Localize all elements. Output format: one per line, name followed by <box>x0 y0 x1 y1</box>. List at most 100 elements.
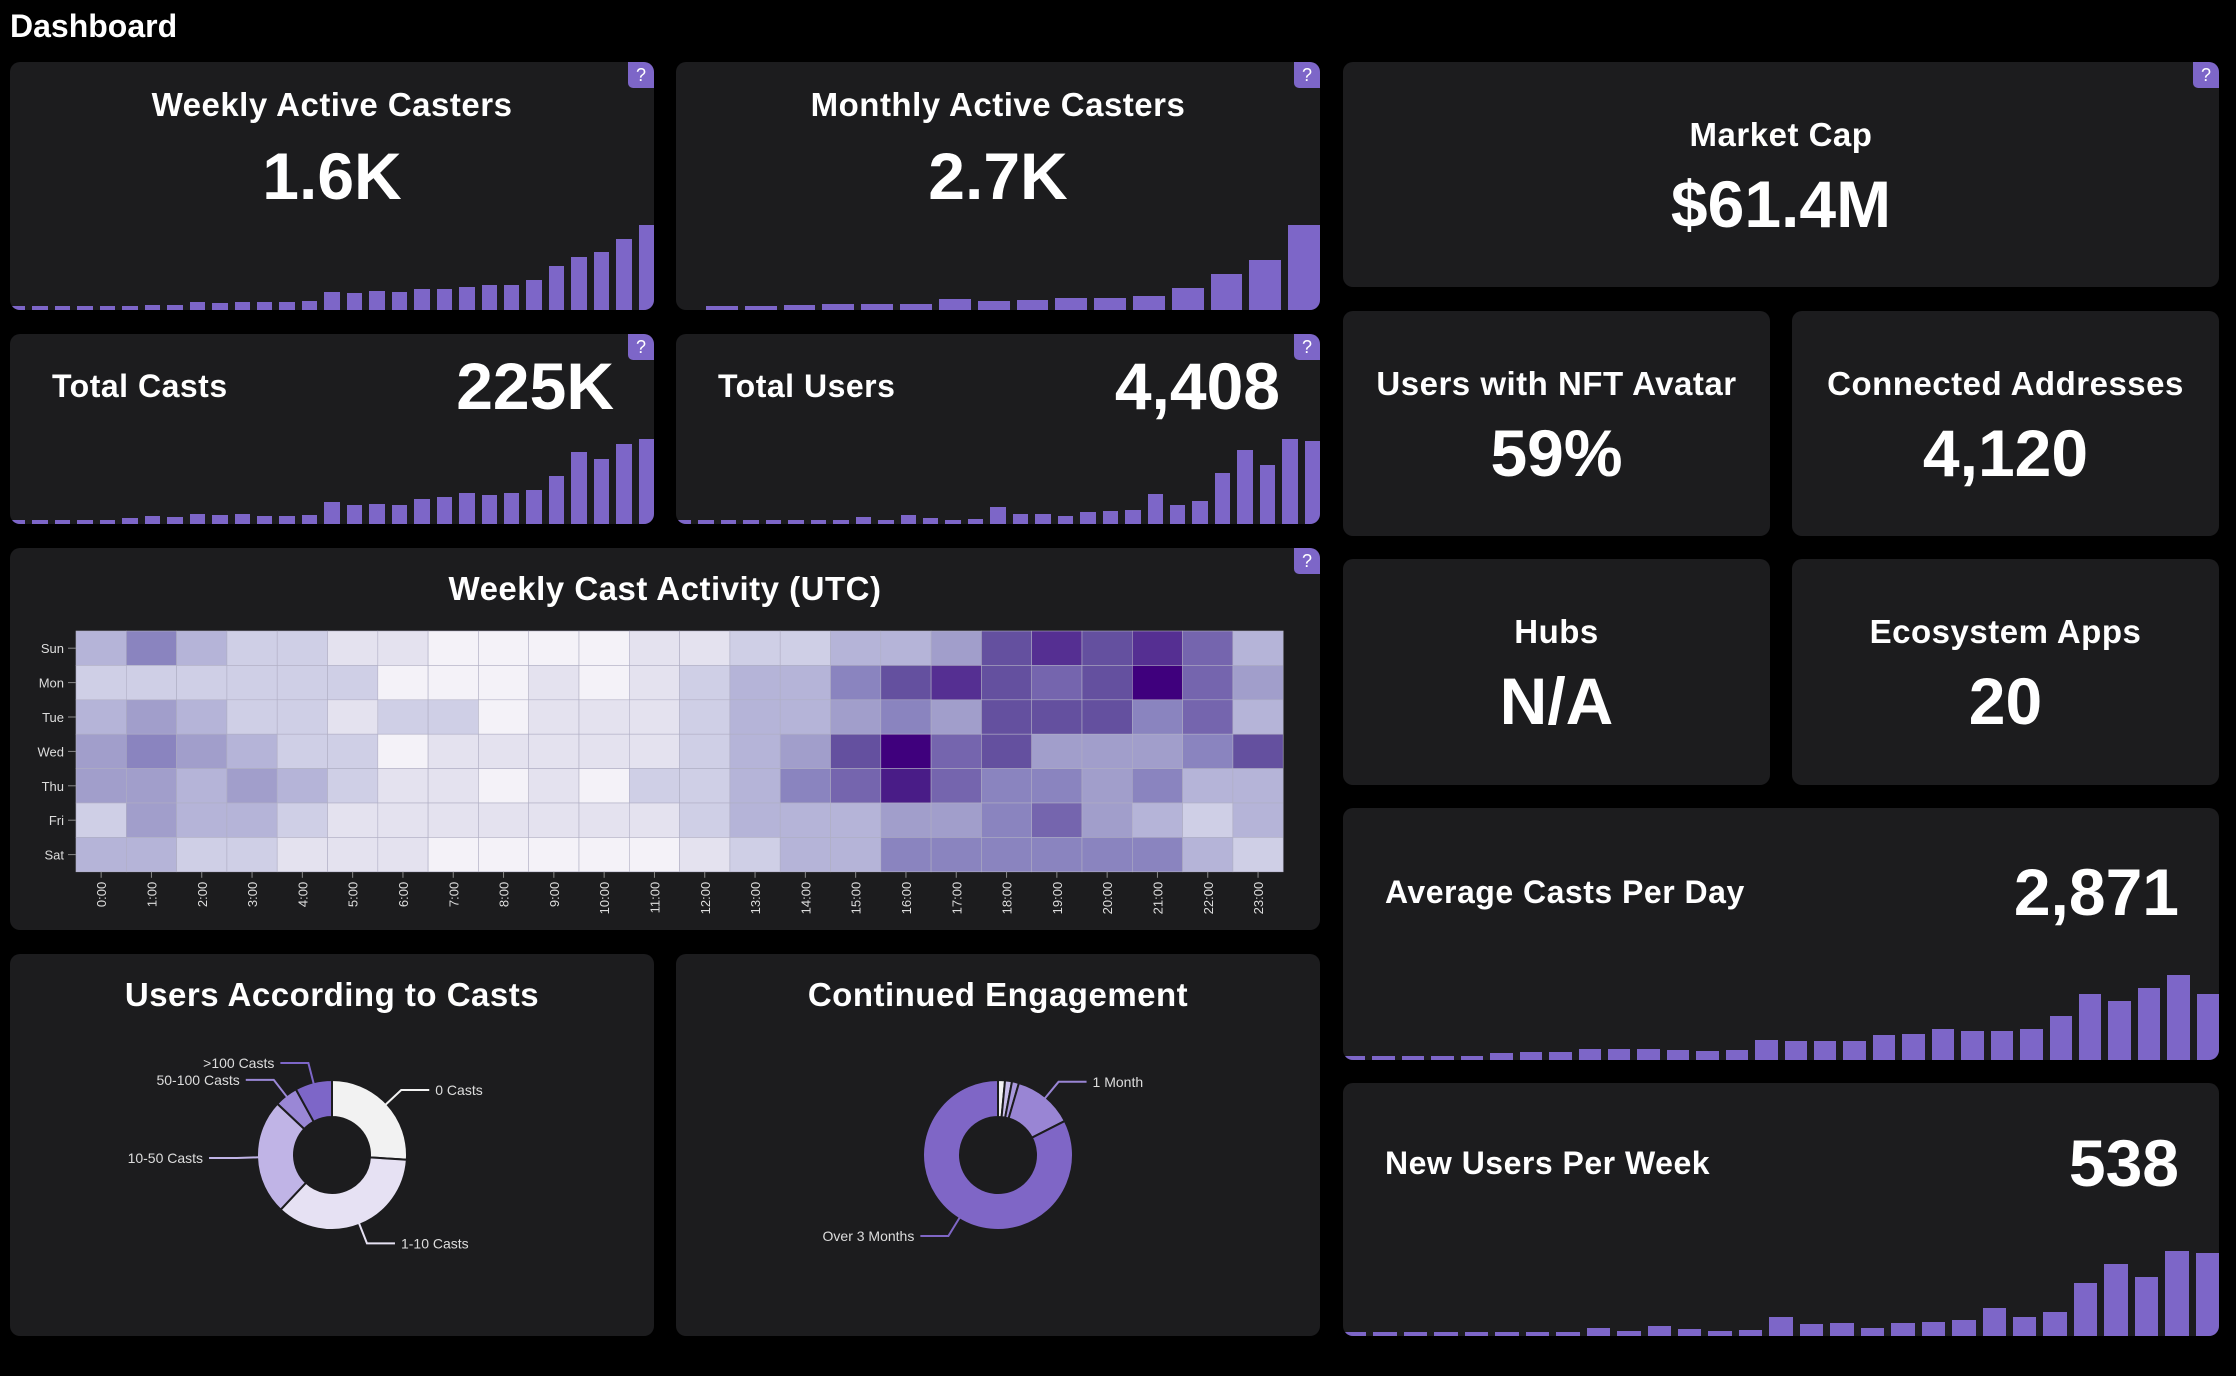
card-title: Ecosystem Apps <box>1869 613 2142 650</box>
card-value: 20 <box>1968 664 2043 738</box>
help-button[interactable]: ? <box>1294 62 1320 88</box>
heatmap-cell <box>327 699 379 735</box>
sparkline-bar <box>900 514 916 524</box>
heatmap-cell <box>1031 802 1083 838</box>
help-button[interactable]: ? <box>628 334 654 360</box>
heatmap-cell <box>729 665 781 701</box>
heatmap-cell <box>830 665 882 701</box>
sparkline-bar <box>54 306 71 310</box>
sparkline-bar <box>977 300 1010 310</box>
sparkline-bar <box>743 520 759 524</box>
heatmap-cell <box>578 802 630 838</box>
heatmap-cell <box>327 802 379 838</box>
sparkline-bar <box>638 439 654 524</box>
sparkline-bar <box>1282 439 1298 524</box>
heatmap-cell <box>830 733 882 769</box>
sparkline-bar <box>122 518 138 524</box>
heatmap-cell <box>578 665 630 701</box>
sparkline-bar <box>1647 1325 1671 1336</box>
sparkline-bar <box>346 505 363 524</box>
sparkline-bar <box>706 306 738 310</box>
sparkline-bar <box>1931 1029 1955 1060</box>
sparkline-bar <box>822 304 855 310</box>
help-button[interactable]: ? <box>2193 62 2219 88</box>
heatmap-cell <box>1081 837 1133 873</box>
heatmap-cell <box>276 837 328 873</box>
sparkline-bar <box>1872 1035 1896 1060</box>
sparkline-bar <box>189 302 206 310</box>
y-tick-label: Thu <box>42 779 64 794</box>
card-value: 2,871 <box>2013 855 2179 929</box>
card-value: N/A <box>1499 664 1614 738</box>
sparkline-bar <box>2165 1251 2189 1336</box>
slice-label: 1 Month <box>1093 1074 1144 1090</box>
heatmap-cell <box>679 733 731 769</box>
donut-chart: 1 Month Over 3 Months <box>823 1074 1144 1244</box>
heatmap-cell <box>528 768 580 804</box>
sparkline-bar <box>945 520 961 524</box>
heatmap-cell <box>528 665 580 701</box>
sparkline-bar <box>1755 1040 1778 1060</box>
sparkline-bar <box>1769 1317 1793 1336</box>
x-tick-label: 21:00 <box>1150 882 1165 915</box>
heatmap-cell <box>276 630 328 666</box>
sparkline-bar <box>1372 1056 1395 1060</box>
sparkline-bar <box>391 505 408 524</box>
heatmap-cell <box>276 802 328 838</box>
sparkline-bar <box>1637 1048 1660 1060</box>
help-button[interactable]: ? <box>1294 334 1320 360</box>
heatmap-cell <box>1232 837 1284 873</box>
sparkline-bar <box>1210 274 1243 310</box>
heatmap-cell <box>126 768 177 804</box>
sparkline-bar <box>855 517 872 524</box>
heatmap-cell <box>1081 665 1133 701</box>
heatmap-cell <box>628 665 680 701</box>
heatmap-cell <box>126 630 177 666</box>
sparkline-bar <box>1490 1053 1513 1060</box>
help-button[interactable]: ? <box>628 62 654 88</box>
heatmap-cell <box>226 733 278 769</box>
heatmap-cell <box>176 733 228 769</box>
heatmap-cell <box>478 733 529 769</box>
heatmap-cell <box>427 630 479 666</box>
x-tick-label: 17:00 <box>949 882 964 915</box>
sparkline-bar <box>2104 1263 2128 1336</box>
heatmap-cell <box>981 837 1033 873</box>
x-tick-label: 13:00 <box>748 882 763 915</box>
card-value: 2.7K <box>928 139 1068 213</box>
slice-label: 1-10 Casts <box>401 1235 469 1251</box>
heatmap-cell <box>880 802 932 838</box>
heatmap-cell <box>75 837 127 873</box>
heatmap-cell <box>880 665 932 701</box>
sparkline-bar <box>481 284 497 310</box>
x-tick-label: 12:00 <box>698 882 713 915</box>
heatmap-cell <box>75 802 127 838</box>
sparkline-bar <box>1799 1324 1824 1336</box>
x-tick-label: 22:00 <box>1201 882 1216 915</box>
heatmap-cell <box>1232 665 1284 701</box>
ecosystem-apps-card: Ecosystem Apps 20 <box>1792 559 2219 785</box>
heatmap-cell <box>1031 630 1083 666</box>
sparkline-bar <box>571 257 587 310</box>
heatmap-cell <box>1031 665 1083 701</box>
heatmap-cell <box>981 768 1033 804</box>
sparkline-bar <box>256 301 273 310</box>
sparkline-bar <box>2134 1277 2159 1336</box>
heatmap-cell <box>930 665 982 701</box>
sparkline-bar <box>77 306 93 310</box>
sparkline-bar <box>1434 1332 1458 1336</box>
heatmap-cell <box>578 699 630 735</box>
card-title: Monthly Active Casters <box>810 86 1186 123</box>
donut-slice <box>331 1078 408 1161</box>
heatmap-cell <box>1232 733 1284 769</box>
heatmap-cell <box>880 733 932 769</box>
heatmap-cell <box>327 733 379 769</box>
heatmap-cell <box>1182 699 1234 735</box>
heatmap-cell <box>226 802 278 838</box>
heatmap-cell <box>779 665 831 701</box>
card-title: Market Cap <box>1689 116 1873 153</box>
sparkline-bar <box>301 514 318 524</box>
sparkline-bar <box>32 520 48 524</box>
sparkline <box>10 225 654 310</box>
sparkline-bar <box>638 225 654 310</box>
